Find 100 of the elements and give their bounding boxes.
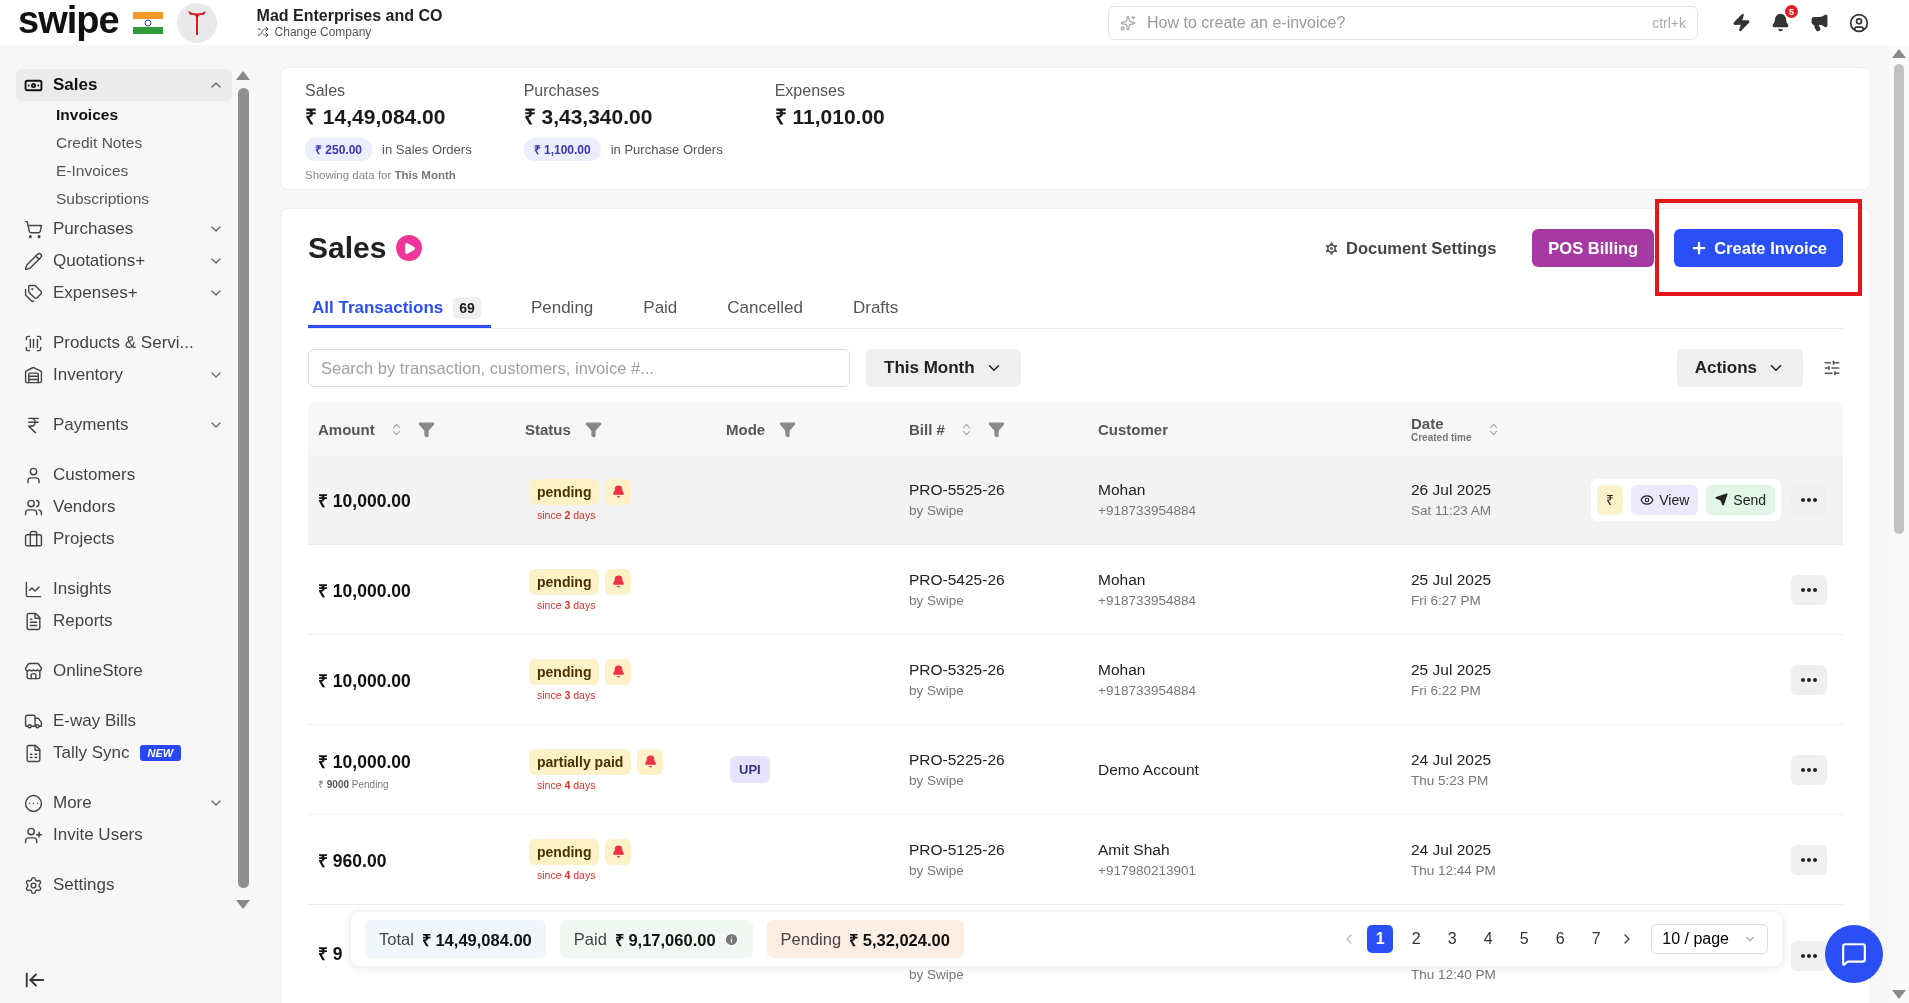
scroll-up-arrow-icon[interactable] — [236, 71, 250, 80]
document-settings-button[interactable]: Document Settings — [1307, 229, 1513, 267]
tab[interactable]: Cancelled — [723, 291, 813, 328]
create-invoice-button[interactable]: Create Invoice — [1674, 229, 1843, 267]
sidebar-item[interactable]: Tally Sync NEW — [16, 737, 232, 769]
search-field[interactable]: Search by transaction, customers, invoice #... — [308, 349, 850, 387]
sidebar-subitem[interactable]: Subscriptions — [16, 185, 232, 213]
tab[interactable]: Drafts — [848, 291, 909, 328]
sidebar-item[interactable]: More — [16, 787, 232, 819]
page-size-select[interactable]: 10 / page — [1651, 924, 1768, 954]
sidebar-item[interactable]: Customers — [16, 459, 232, 491]
company-name: Mad Enterprises and CO — [256, 6, 443, 25]
scroll-down-arrow-icon[interactable] — [1892, 990, 1906, 999]
change-company-link[interactable]: Change Company — [274, 24, 372, 39]
notification-bell-icon[interactable] — [1771, 13, 1790, 32]
sidebar-item[interactable]: Sales — [16, 69, 232, 101]
status-since: since 3 days — [537, 598, 597, 611]
more-options-button[interactable] — [1791, 754, 1827, 785]
total-value: ₹ 14,49,084.00 — [421, 929, 532, 951]
filter-icon[interactable] — [584, 420, 602, 438]
pos-billing-button[interactable]: POS Billing — [1532, 229, 1655, 267]
stat-label: Sales — [305, 82, 347, 100]
period-dropdown[interactable]: This Month — [866, 349, 1021, 387]
play-icon[interactable] — [396, 235, 423, 261]
invoice-date: 24 Jul 2025 — [1411, 841, 1493, 859]
filter-icon[interactable] — [779, 420, 797, 438]
page-button[interactable]: 6 — [1547, 925, 1574, 953]
tab[interactable]: Pending — [526, 291, 604, 328]
actions-dropdown[interactable]: Actions — [1676, 349, 1803, 387]
amount-cell-text: ₹ 960.00 — [318, 849, 387, 872]
invoice-date: 25 Jul 2025 — [1411, 661, 1493, 679]
reminder-bell-icon[interactable] — [605, 478, 632, 505]
shuffle-icon — [256, 25, 269, 38]
sidebar-item[interactable]: Insights — [16, 573, 232, 605]
column-header: Date — [1411, 415, 1445, 432]
ellipsis-icon — [1801, 954, 1817, 958]
stat-label: Purchases — [523, 82, 601, 100]
megaphone-icon[interactable] — [1810, 13, 1829, 32]
reminder-bell-icon[interactable] — [605, 568, 632, 595]
sidebar-item[interactable]: Inventory — [16, 359, 232, 391]
page-button[interactable]: 3 — [1439, 925, 1466, 953]
page-button[interactable]: 2 — [1403, 925, 1430, 953]
customer-name: Mohan — [1098, 661, 1147, 679]
ellipsis-icon — [1801, 677, 1817, 682]
page-button[interactable]: 4 — [1475, 925, 1502, 953]
more-options-button[interactable] — [1791, 484, 1827, 515]
info-icon[interactable] — [723, 931, 739, 947]
more-options-button[interactable] — [1791, 574, 1827, 605]
amount-cell-text: ₹ 10,000.00 — [318, 489, 411, 512]
stat-label: Expenses — [774, 82, 846, 100]
sidebar-item[interactable]: Projects — [16, 523, 232, 555]
sidebar-item[interactable]: E-way Bills — [16, 705, 232, 737]
total-value: ₹ 9,17,060.00 — [614, 929, 716, 951]
sidebar-item[interactable]: Reports — [16, 605, 232, 637]
status-since: since 4 days — [537, 778, 597, 791]
reminder-bell-icon[interactable] — [605, 658, 632, 685]
sidebar-item[interactable]: Invite Users — [16, 819, 232, 851]
page-scrollbar[interactable] — [1894, 64, 1904, 534]
reminder-bell-icon[interactable] — [637, 748, 664, 775]
sidebar-subitem[interactable]: Credit Notes — [16, 129, 232, 157]
table-row[interactable]: ₹ 10,000.00 pending since 2 days PRO-5525-26 by Swipe Mohan +918733954884 26 Jul 2025 Sat 11:23 AM ₹ View Send — [308, 455, 1843, 545]
filter-icon[interactable] — [417, 420, 435, 438]
tab[interactable]: Paid — [639, 291, 688, 328]
sidebar-subitem[interactable]: Invoices — [16, 101, 232, 129]
page-button[interactable]: 5 — [1511, 925, 1538, 953]
ellipsis-circle-icon — [24, 793, 43, 813]
sidebar-item[interactable]: Vendors — [16, 491, 232, 523]
more-options-button[interactable] — [1791, 941, 1827, 971]
settings-icon — [24, 875, 43, 895]
sidebar-item[interactable]: Quotations+ — [16, 245, 232, 277]
profile-icon[interactable] — [1849, 12, 1869, 33]
send-button[interactable]: Send — [1706, 484, 1775, 515]
created-by: by Swipe — [909, 593, 965, 608]
sidebar-item[interactable]: OnlineStore — [16, 655, 232, 687]
tab[interactable]: All Transactions 69 — [308, 291, 491, 328]
scroll-down-arrow-icon[interactable] — [236, 900, 250, 909]
payment-mode-badge: UPI — [730, 756, 770, 783]
sidebar-item[interactable]: Purchases — [16, 213, 232, 245]
ellipsis-icon — [1801, 587, 1817, 592]
sidebar-scrollbar[interactable] — [237, 88, 249, 888]
sidebar-item[interactable]: Products & Servi... — [16, 327, 232, 359]
page-button[interactable]: 1 — [1367, 925, 1394, 953]
record-payment-button[interactable]: ₹ — [1597, 484, 1624, 515]
sidebar-subitem[interactable]: E-Invoices — [16, 157, 232, 185]
filter-icon[interactable] — [987, 420, 1005, 438]
reminder-bell-icon[interactable] — [605, 838, 632, 865]
more-options-button[interactable] — [1791, 844, 1827, 875]
invoice-date: 26 Jul 2025 — [1411, 481, 1493, 499]
lightning-icon[interactable] — [1732, 13, 1751, 32]
sidebar-item[interactable]: Expenses+ — [16, 277, 232, 309]
status-badge: pending — [529, 568, 600, 595]
sidebar-item[interactable]: Settings — [16, 869, 232, 901]
sidebar-item[interactable]: Payments — [16, 409, 232, 441]
column-header: Amount — [318, 420, 375, 438]
more-options-button[interactable] — [1791, 664, 1827, 695]
page-button[interactable]: 7 — [1583, 925, 1610, 953]
view-button[interactable]: View — [1631, 484, 1699, 515]
sliders-icon[interactable] — [1823, 359, 1841, 377]
total-label: Paid — [573, 929, 607, 949]
customer-name: Mohan — [1098, 481, 1147, 499]
